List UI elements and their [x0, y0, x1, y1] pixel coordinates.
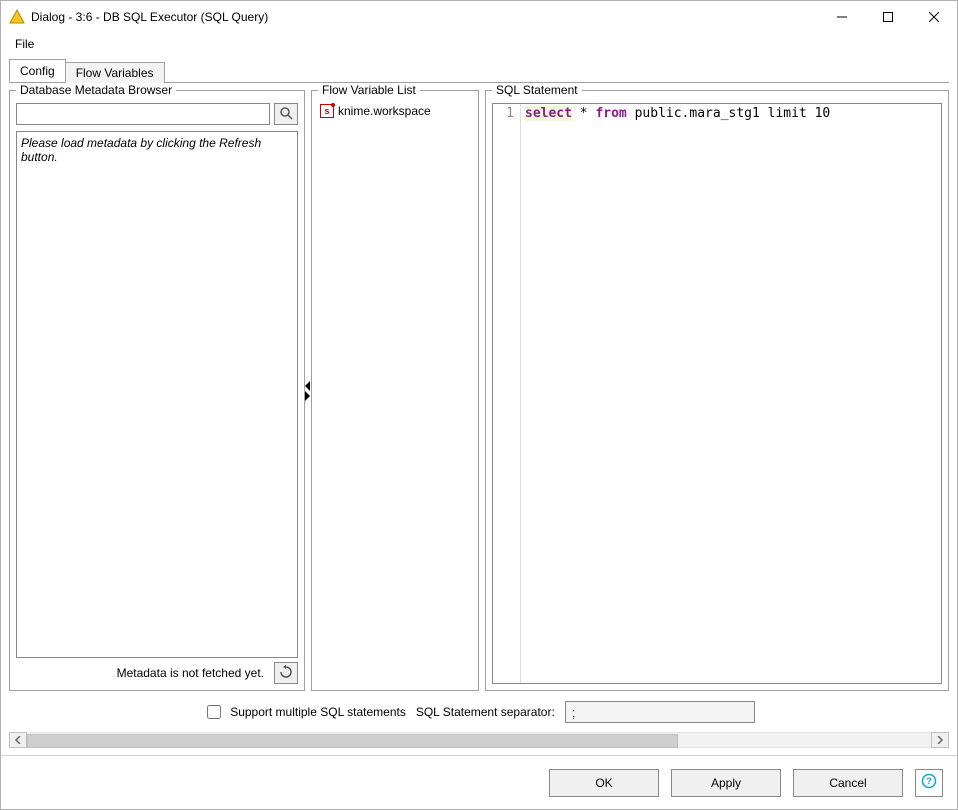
- menubar: File: [1, 33, 957, 55]
- metadata-refresh-button[interactable]: [274, 662, 298, 684]
- line-number: 1: [495, 106, 514, 121]
- minimize-button[interactable]: [819, 1, 865, 33]
- separator-input[interactable]: [565, 701, 755, 723]
- metadata-placeholder-message: Please load metadata by clicking the Ref…: [16, 131, 298, 658]
- scroll-track[interactable]: [27, 732, 931, 748]
- refresh-icon: [279, 665, 293, 682]
- sql-text: *: [572, 106, 595, 121]
- maximize-button[interactable]: [865, 1, 911, 33]
- metadata-status-row: Metadata is not fetched yet.: [16, 662, 298, 684]
- metadata-search-input[interactable]: [16, 103, 270, 125]
- tab-config[interactable]: Config: [9, 59, 66, 82]
- tab-flow-variables[interactable]: Flow Variables: [65, 62, 165, 83]
- chevron-left-icon: [305, 381, 310, 391]
- window: Dialog - 3:6 - DB SQL Executor (SQL Quer…: [0, 0, 958, 810]
- sql-gutter: 1: [493, 104, 521, 683]
- search-icon: [279, 106, 293, 123]
- support-multiple-checkbox-label[interactable]: Support multiple SQL statements: [203, 702, 406, 722]
- metadata-search-row: [16, 103, 298, 125]
- sql-text: public.mara_stg1 limit 10: [627, 106, 831, 121]
- dialog-footer: OK Apply Cancel ?: [1, 755, 957, 809]
- sql-statement-pane: SQL Statement 1 select * from public.mar…: [485, 83, 949, 691]
- metadata-browser-pane: Database Metadata Browser Please load me…: [9, 83, 305, 691]
- metadata-status-text: Metadata is not fetched yet.: [16, 666, 268, 680]
- panes-row: Database Metadata Browser Please load me…: [9, 83, 949, 691]
- scroll-right-button[interactable]: [931, 732, 949, 748]
- flow-variable-list[interactable]: s knime.workspace: [318, 103, 472, 684]
- metadata-search-button[interactable]: [274, 103, 298, 125]
- cancel-button[interactable]: Cancel: [793, 769, 903, 797]
- sql-statement-legend: SQL Statement: [492, 83, 582, 97]
- options-row: Support multiple SQL statements SQL Stat…: [9, 691, 949, 727]
- flow-variable-legend: Flow Variable List: [318, 83, 420, 97]
- metadata-browser-legend: Database Metadata Browser: [16, 83, 176, 97]
- apply-button[interactable]: Apply: [671, 769, 781, 797]
- sql-editor[interactable]: 1 select * from public.mara_stg1 limit 1…: [492, 103, 942, 684]
- tab-strip: Config Flow Variables: [9, 61, 949, 83]
- sql-keyword: select: [525, 106, 572, 121]
- scroll-thumb[interactable]: [27, 734, 678, 748]
- ok-button[interactable]: OK: [549, 769, 659, 797]
- string-variable-icon: s: [320, 104, 334, 118]
- help-icon: ?: [921, 773, 937, 792]
- sql-keyword: from: [595, 106, 626, 121]
- menu-file[interactable]: File: [7, 35, 42, 53]
- flow-variable-item[interactable]: s knime.workspace: [318, 103, 472, 119]
- svg-text:?: ?: [926, 776, 932, 786]
- help-button[interactable]: ?: [915, 769, 943, 797]
- support-multiple-checkbox[interactable]: [207, 705, 221, 719]
- flow-variable-pane: Flow Variable List s knime.workspace: [311, 83, 479, 691]
- sql-code[interactable]: select * from public.mara_stg1 limit 10: [521, 104, 941, 683]
- close-button[interactable]: [911, 1, 957, 33]
- app-icon: [9, 9, 25, 25]
- horizontal-scrollbar[interactable]: [9, 731, 949, 749]
- scroll-left-button[interactable]: [9, 732, 27, 748]
- support-multiple-text: Support multiple SQL statements: [230, 705, 406, 719]
- separator-label: SQL Statement separator:: [416, 705, 555, 719]
- chevron-right-icon: [305, 391, 310, 401]
- window-title: Dialog - 3:6 - DB SQL Executor (SQL Quer…: [31, 10, 268, 24]
- content-area: Database Metadata Browser Please load me…: [9, 83, 949, 749]
- titlebar: Dialog - 3:6 - DB SQL Executor (SQL Quer…: [1, 1, 957, 33]
- flow-variable-name: knime.workspace: [338, 104, 431, 118]
